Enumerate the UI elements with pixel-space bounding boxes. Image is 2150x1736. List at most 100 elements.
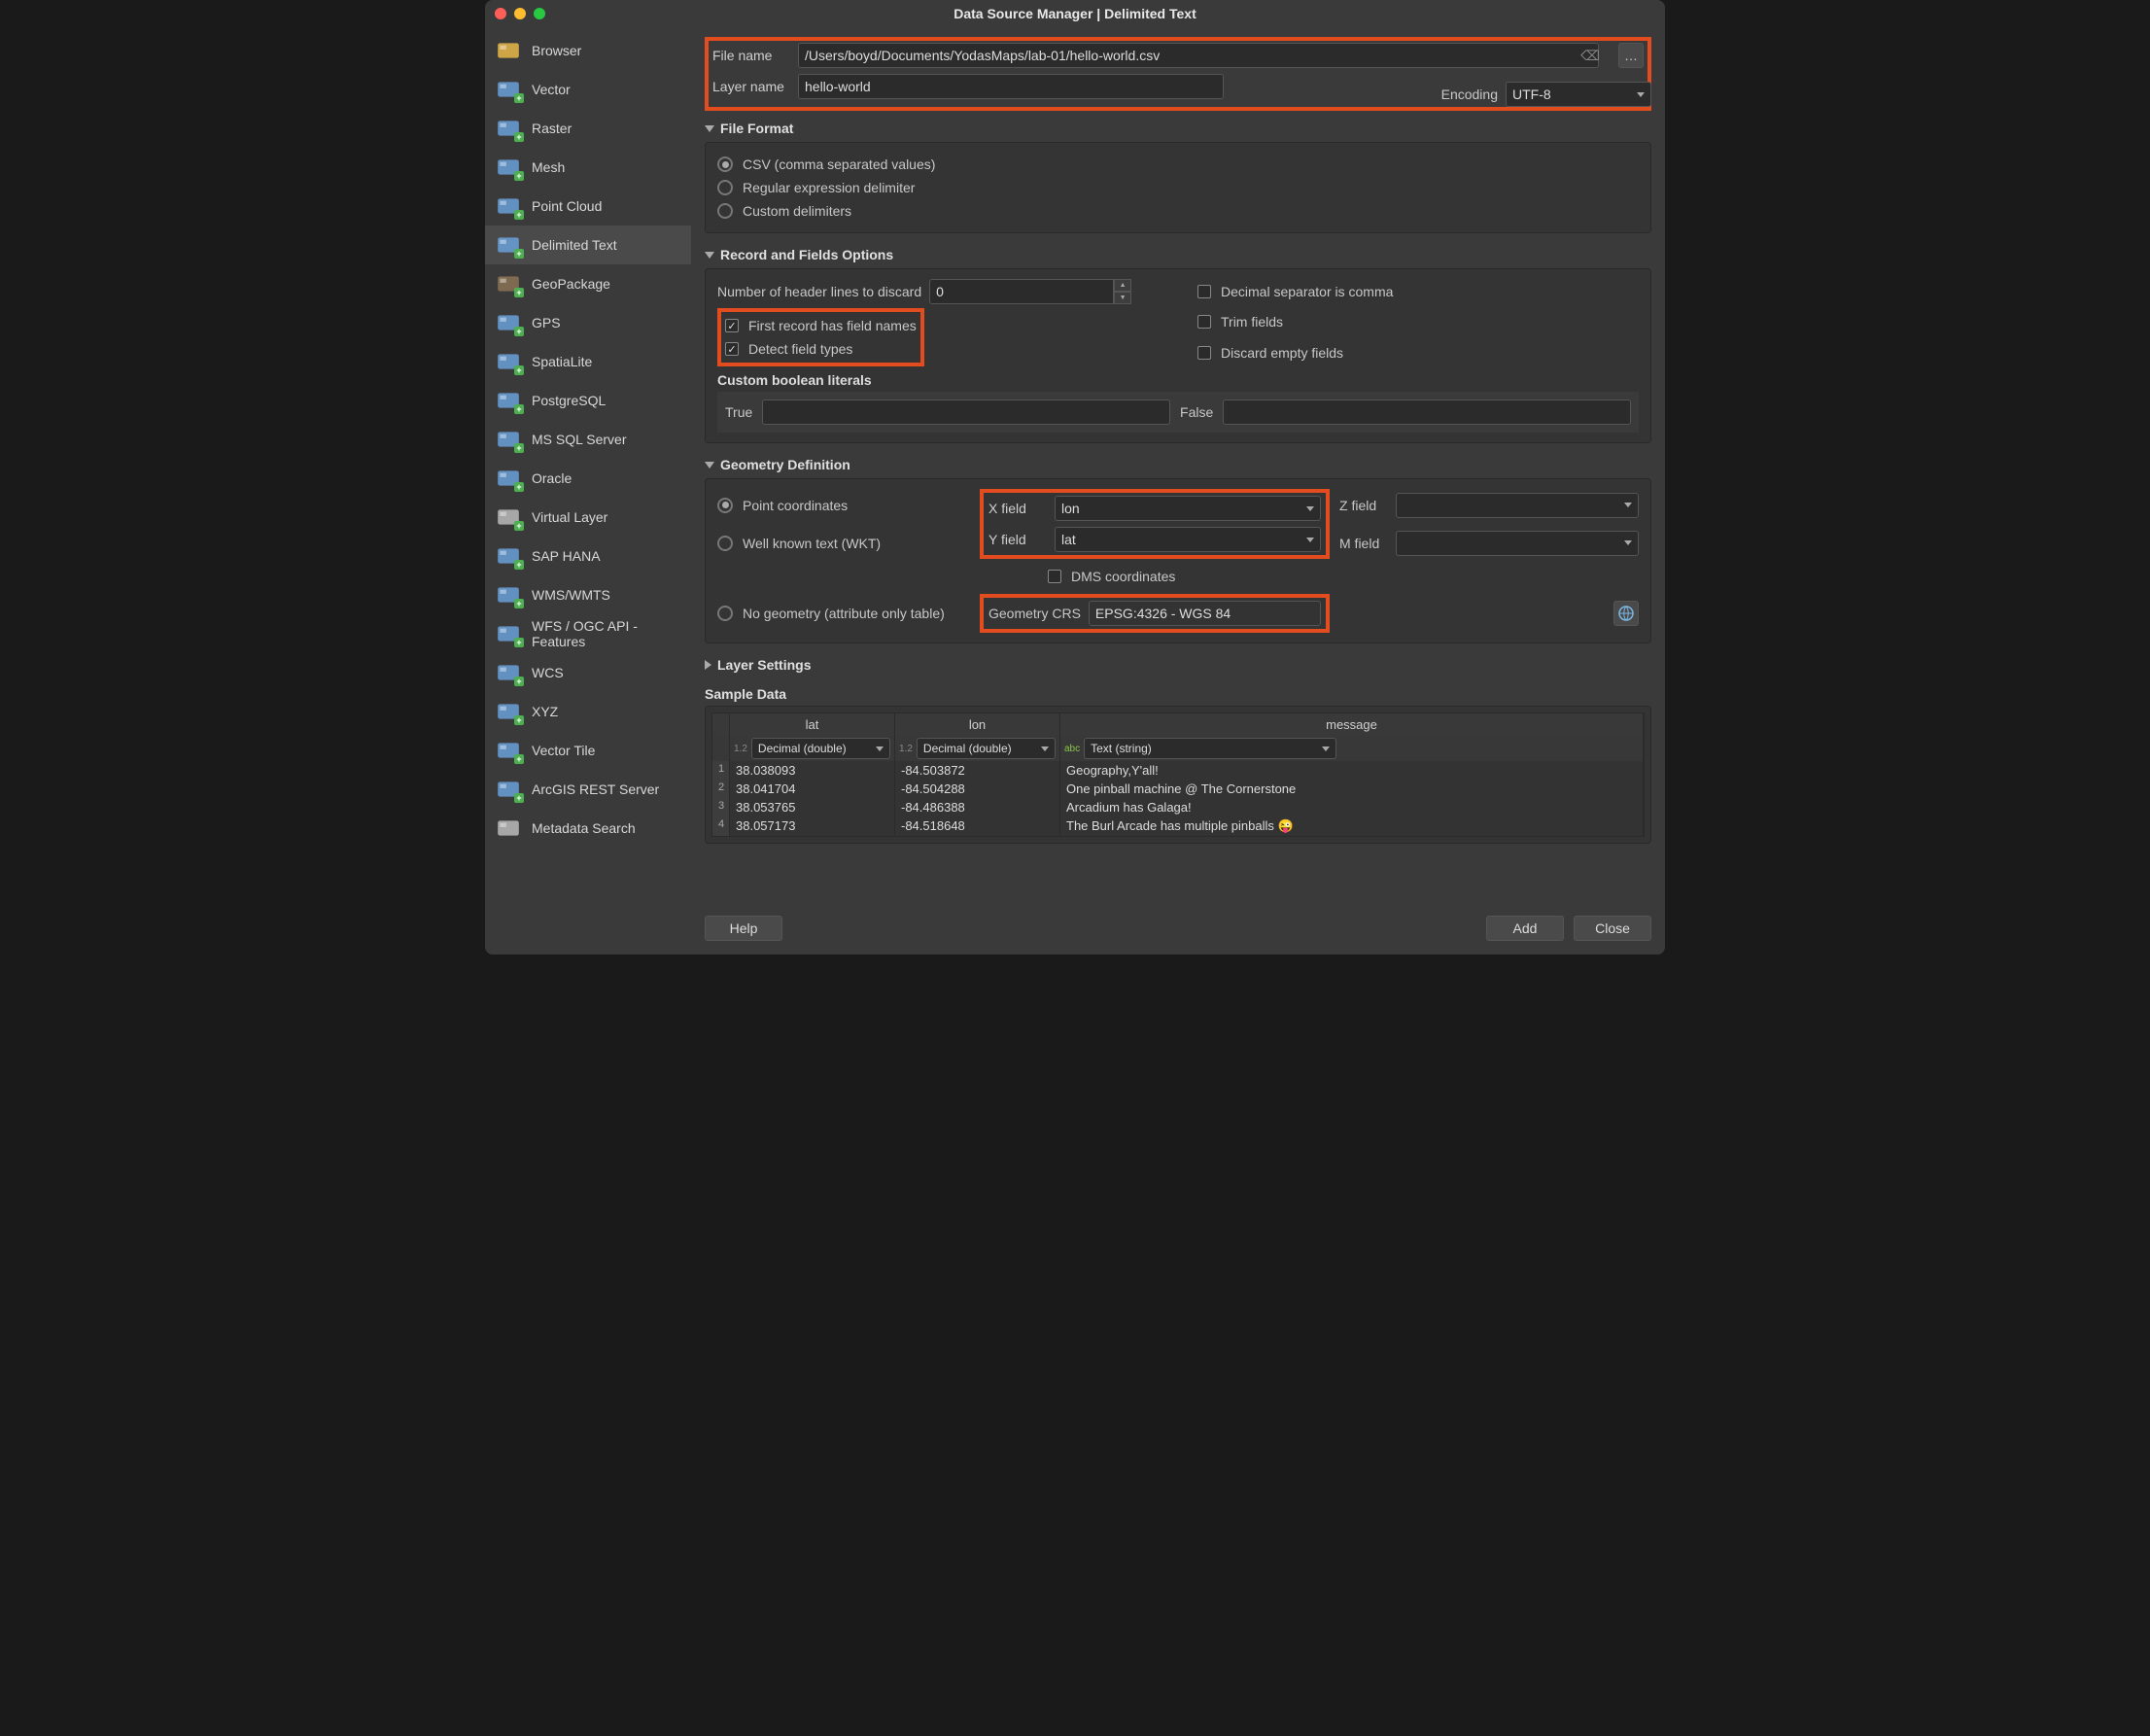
spin-up-button[interactable]: ▲ [1114,279,1131,292]
sidebar-item-label: GeoPackage [532,276,610,292]
m-field-combo[interactable] [1396,531,1639,556]
layer-settings-header[interactable]: Layer Settings [705,657,1651,673]
sidebar-item-geopackage[interactable]: GeoPackage [485,264,691,303]
sidebar-item-mssql[interactable]: MS SQL Server [485,420,691,459]
sidebar-item-label: XYZ [532,704,558,719]
sidebar-item-raster[interactable]: Raster [485,109,691,148]
encoding-label: Encoding [1441,87,1498,102]
x-field-label: X field [988,501,1047,516]
sidebar-item-label: Point Cloud [532,198,602,214]
sidebar-item-label: MS SQL Server [532,432,627,447]
header-lines-label: Number of header lines to discard [717,284,921,299]
close-button[interactable]: Close [1574,916,1651,941]
window-close-icon[interactable] [495,8,506,19]
sidebar-item-spatialite[interactable]: SpatiaLite [485,342,691,381]
sidebar-item-mesh[interactable]: Mesh [485,148,691,187]
clear-file-icon[interactable]: ⌫ [1578,45,1603,66]
sample-data-panel: lat lon message 1.2Decimal (double) 1.2D… [705,706,1651,844]
sidebar-item-label: Raster [532,121,572,136]
table-row: 1 38.038093 -84.503872 Geography,Y'all! [712,761,1644,780]
sidebar-item-label: Oracle [532,470,572,486]
col-header-message: message [1060,713,1644,736]
sidebar-item-saphana[interactable]: SAP HANA [485,537,691,575]
wkt-radio[interactable]: Well known text (WKT) [717,532,970,555]
cell-lat: 38.053765 [730,798,895,816]
sidebar-item-delimited[interactable]: Delimited Text [485,226,691,264]
custom-bool-label: Custom boolean literals [717,372,1639,388]
cell-message: One pinball machine @ The Cornerstone [1060,780,1644,798]
sidebar-item-postgresql[interactable]: PostgreSQL [485,381,691,420]
point-coords-radio[interactable]: Point coordinates [717,494,970,517]
data-source-manager-window: Data Source Manager | Delimited Text Bro… [485,0,1665,955]
help-button[interactable]: Help [705,916,782,941]
csv-radio[interactable]: CSV (comma separated values) [717,153,1639,176]
sidebar-item-label: Vector [532,82,571,97]
file-name-input[interactable] [798,43,1599,68]
table-row: 3 38.053765 -84.486388 Arcadium has Gala… [712,798,1644,816]
table-row: 4 38.057173 -84.518648 The Burl Arcade h… [712,816,1644,836]
decimal-comma-check[interactable]: Decimal separator is comma [1197,280,1639,303]
header-lines-input[interactable] [929,279,1114,304]
col-header-lon: lon [895,713,1060,736]
y-field-combo[interactable]: lat [1055,527,1321,552]
lon-type-combo[interactable]: Decimal (double) [917,738,1056,759]
lat-type-combo[interactable]: Decimal (double) [751,738,890,759]
crs-picker-button[interactable] [1613,601,1639,626]
message-type-combo[interactable]: Text (string) [1084,738,1336,759]
add-button[interactable]: Add [1486,916,1564,941]
browser-icon [495,39,522,62]
regex-radio[interactable]: Regular expression delimiter [717,176,1639,199]
records-section-header[interactable]: Record and Fields Options [705,247,1651,262]
encoding-value: UTF-8 [1512,87,1551,102]
spin-down-button[interactable]: ▼ [1114,292,1131,304]
false-literal-input[interactable] [1223,399,1631,425]
window-zoom-icon[interactable] [534,8,545,19]
sidebar-item-pointcloud[interactable]: Point Cloud [485,187,691,226]
discard-empty-check[interactable]: Discard empty fields [1197,341,1639,365]
first-record-check[interactable]: First record has field names [725,314,917,337]
z-field-combo[interactable] [1396,493,1639,518]
metadata-icon [495,816,522,840]
cell-lat: 38.041704 [730,780,895,798]
sidebar-item-wms[interactable]: WMS/WMTS [485,575,691,614]
browse-file-button[interactable]: … [1618,43,1644,68]
cell-lon: -84.518648 [895,816,1060,836]
cell-lon: -84.504288 [895,780,1060,798]
sidebar-item-arcgis[interactable]: ArcGIS REST Server [485,770,691,809]
records-panel: Number of header lines to discard ▲▼ Dec… [705,268,1651,443]
geometry-crs-combo[interactable]: EPSG:4326 - WGS 84 [1089,601,1321,626]
false-label: False [1180,404,1213,420]
file-format-section-header[interactable]: File Format [705,121,1651,136]
custom-delimiter-radio[interactable]: Custom delimiters [717,199,1639,223]
y-field-label: Y field [988,532,1047,547]
window-title: Data Source Manager | Delimited Text [485,6,1665,21]
dms-check[interactable]: DMS coordinates [980,565,1330,588]
cell-lon: -84.503872 [895,761,1060,780]
sidebar-item-gps[interactable]: GPS [485,303,691,342]
no-geometry-radio[interactable]: No geometry (attribute only table) [717,602,970,625]
true-literal-input[interactable] [762,399,1170,425]
sidebar-item-vector[interactable]: Vector [485,70,691,109]
encoding-combo[interactable]: UTF-8 [1506,82,1651,107]
table-row: 2 38.041704 -84.504288 One pinball machi… [712,780,1644,798]
cell-lon: -84.486388 [895,798,1060,816]
sidebar-item-virtual[interactable]: Virtual Layer [485,498,691,537]
geometry-crs-label: Geometry CRS [988,606,1081,621]
x-field-combo[interactable]: lon [1055,496,1321,521]
sidebar-item-metadata[interactable]: Metadata Search [485,809,691,848]
cell-lat: 38.057173 [730,816,895,836]
sidebar-item-xyz[interactable]: XYZ [485,692,691,731]
sidebar-item-browser[interactable]: Browser [485,31,691,70]
file-format-panel: CSV (comma separated values) Regular exp… [705,142,1651,233]
sidebar-item-oracle[interactable]: Oracle [485,459,691,498]
true-label: True [725,404,752,420]
sidebar-item-label: SAP HANA [532,548,601,564]
sidebar-item-wcs[interactable]: WCS [485,653,691,692]
sidebar-item-vectortile[interactable]: Vector Tile [485,731,691,770]
sidebar-item-wfs[interactable]: WFS / OGC API - Features [485,614,691,653]
trim-fields-check[interactable]: Trim fields [1197,310,1639,333]
geometry-section-header[interactable]: Geometry Definition [705,457,1651,472]
source-type-sidebar: Browser Vector Raster Mesh Point Cloud D… [485,27,691,955]
detect-types-check[interactable]: Detect field types [725,337,917,361]
window-minimize-icon[interactable] [514,8,526,19]
